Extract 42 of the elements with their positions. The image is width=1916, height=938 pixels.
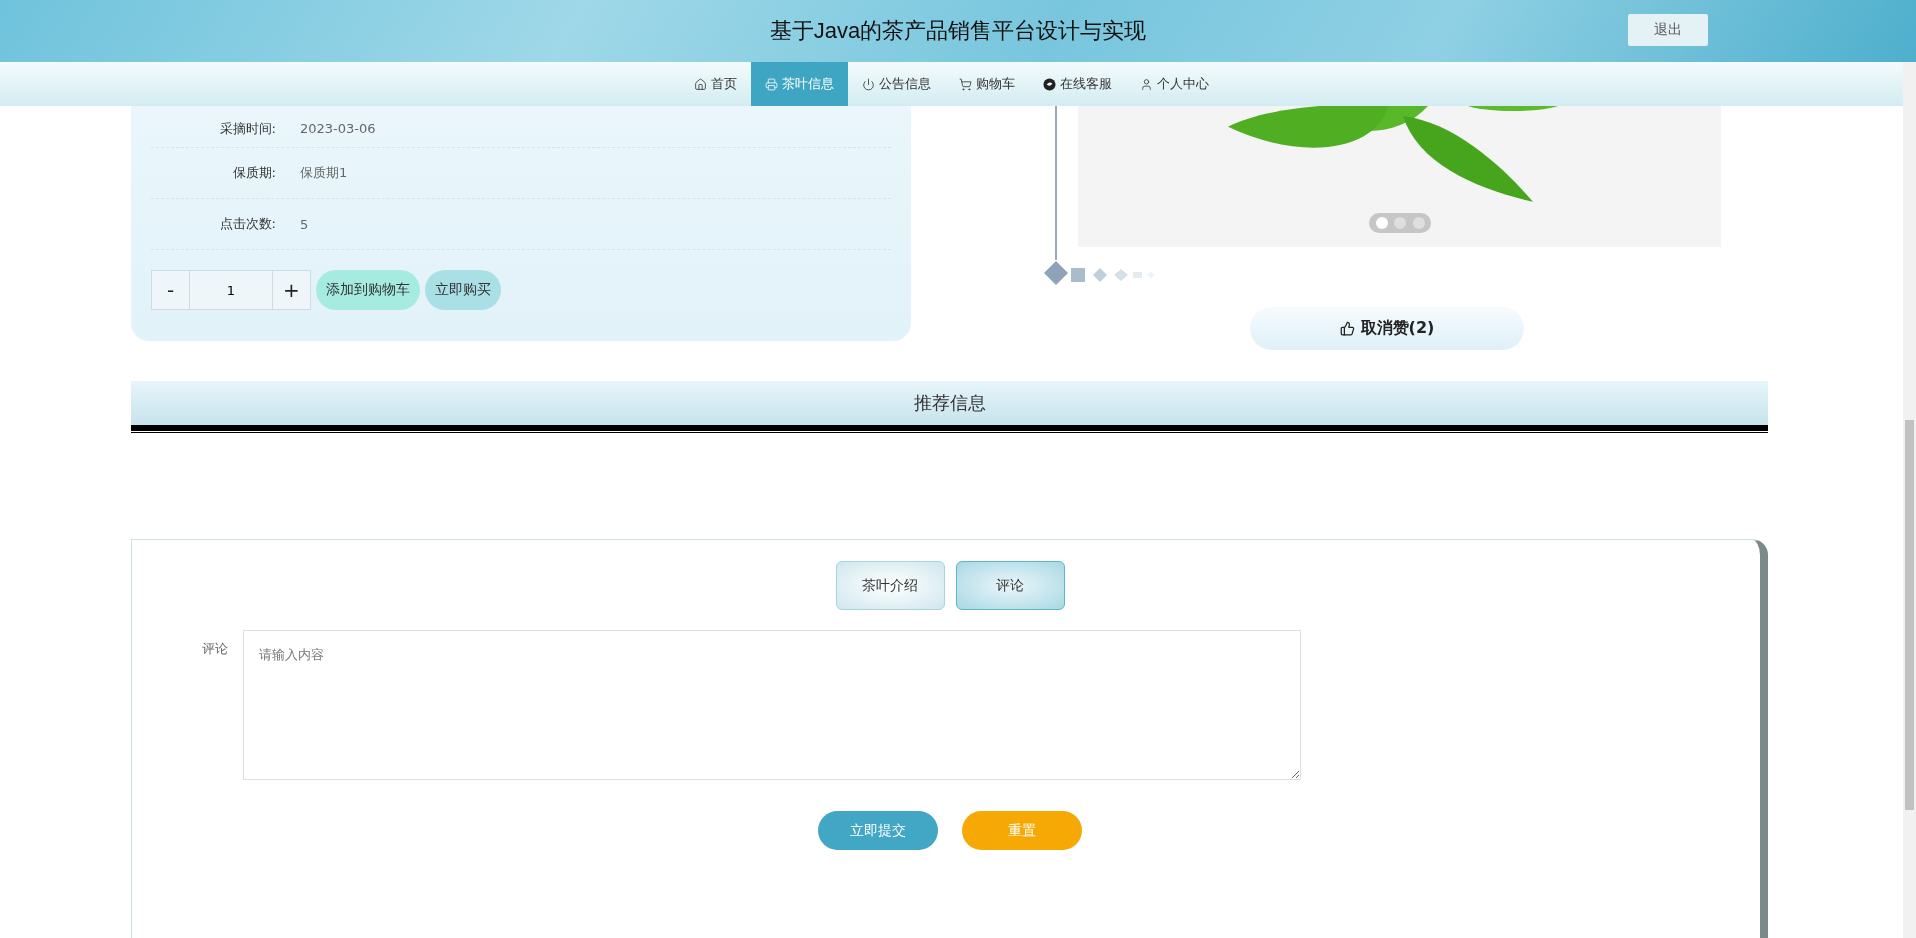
carousel-dot[interactable] (1375, 217, 1388, 229)
nav-label: 个人中心 (1157, 75, 1209, 93)
section-title: 推荐信息 (913, 391, 986, 415)
field-label: 评论 (202, 640, 229, 658)
detail-value: 保质期1 (300, 164, 348, 182)
detail-label: 保质期: (231, 164, 276, 182)
nav-icon (694, 77, 707, 91)
detail-label: 点击次数: (218, 215, 276, 233)
plus-button[interactable]: + (272, 270, 311, 310)
comment-field[interactable]: 请输入内容 (243, 630, 1301, 780)
detail-value: 5 (300, 216, 309, 232)
chat-bubble-icon (1043, 77, 1056, 91)
tab[interactable]: 茶叶介绍 (835, 561, 945, 610)
quantity-field[interactable]: 1 (190, 270, 272, 310)
site-title: 基于Java的茶产品销售平台设计与实现 (769, 17, 1147, 45)
nav-label: 在线客服 (1060, 75, 1112, 93)
nav-label: 首页 (711, 75, 737, 93)
scrollbar-thumb[interactable] (1905, 420, 1914, 810)
nav-item[interactable]: 个人中心 (1126, 62, 1223, 106)
nav-item[interactable]: 首页 (680, 62, 751, 106)
nav-icon (765, 77, 778, 91)
like-button[interactable]: 取消赞(2) (1250, 307, 1524, 350)
nav-icon (862, 77, 875, 91)
logout-button[interactable]: 退出 (1628, 14, 1708, 46)
nav-label: 公告信息 (879, 75, 931, 93)
nav-item[interactable]: 在线客服 (1029, 62, 1126, 106)
action-button[interactable]: 添加到购物车 (316, 270, 420, 310)
scrollbar[interactable] (1903, 62, 1916, 938)
nav-label: 茶叶信息 (782, 75, 834, 93)
detail-value: 2023-03-06 (300, 121, 376, 136)
nav-label: 购物车 (976, 75, 1015, 93)
minus-button[interactable]: - (151, 270, 190, 310)
detail-label: 采摘时间: (218, 119, 276, 138)
tab[interactable]: 评论 (955, 561, 1065, 610)
thumbs-up-icon (1339, 321, 1355, 336)
nav-item[interactable]: 公告信息 (848, 62, 945, 106)
carousel-dot[interactable] (1394, 217, 1406, 229)
nav-item[interactable]: 购物车 (945, 62, 1029, 106)
carousel-dot[interactable] (1412, 217, 1425, 229)
nav-icon (1140, 77, 1153, 91)
nav-icon (959, 77, 972, 91)
action-button[interactable]: 立即购买 (425, 270, 501, 310)
